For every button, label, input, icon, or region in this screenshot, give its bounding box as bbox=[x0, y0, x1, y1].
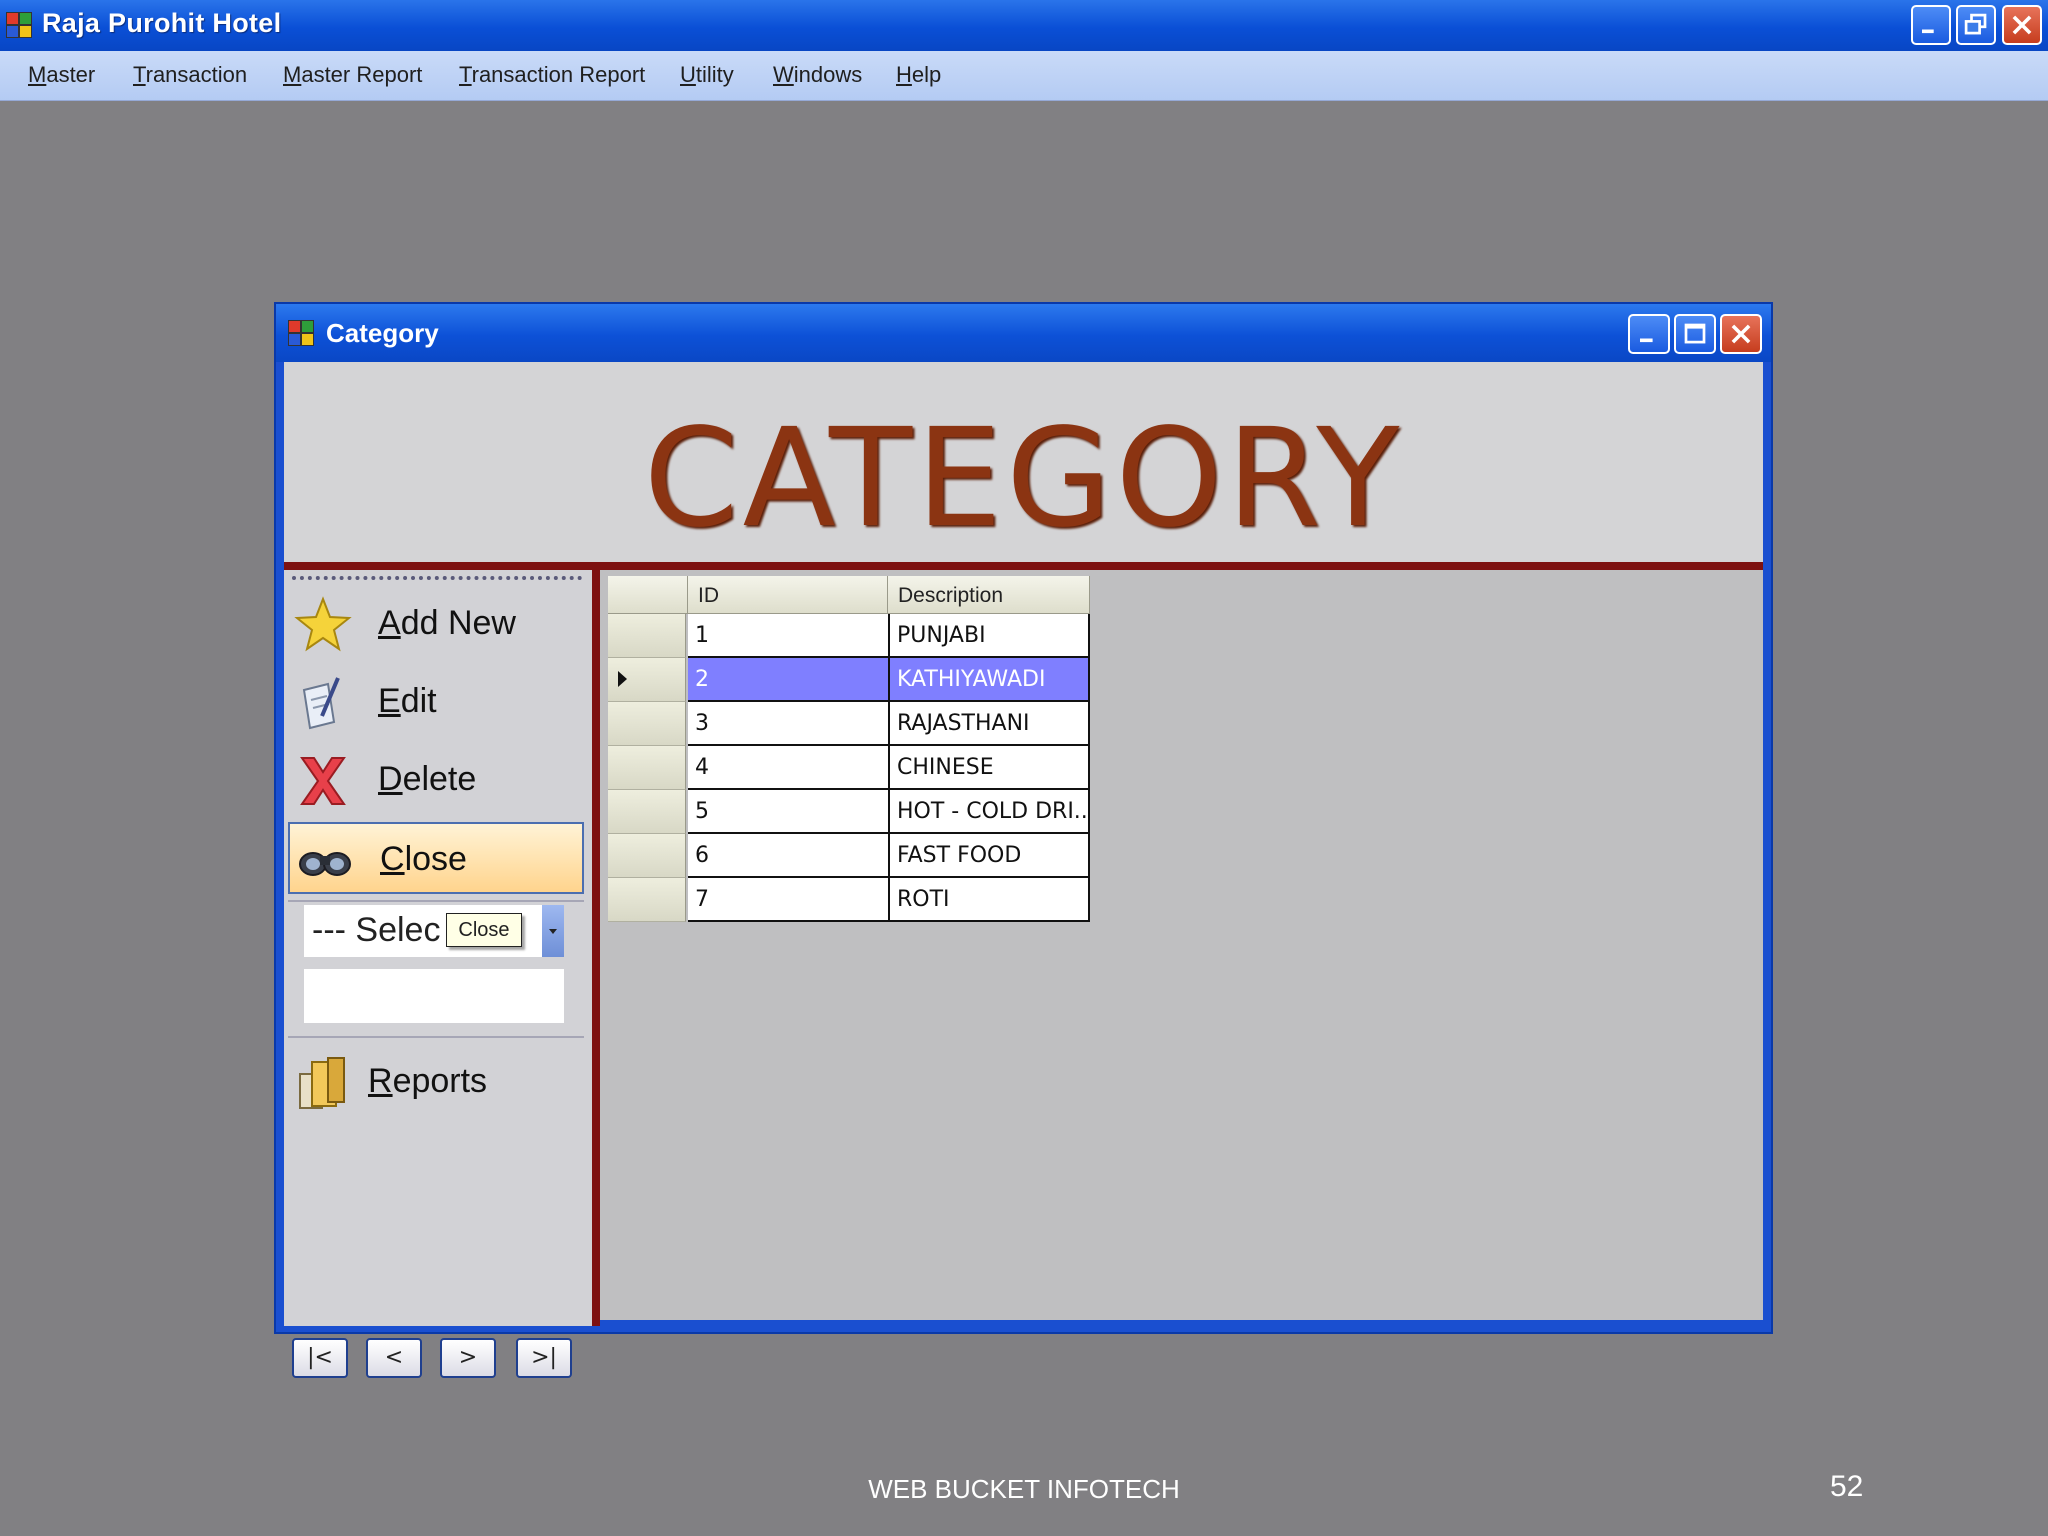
close-tooltip: Close bbox=[446, 913, 522, 947]
row-header[interactable] bbox=[608, 614, 686, 658]
reports-button[interactable]: Reports bbox=[288, 1046, 584, 1118]
star-icon bbox=[294, 596, 352, 652]
app-window-icon bbox=[6, 12, 32, 38]
cell-id[interactable]: 7 bbox=[688, 878, 890, 922]
app-window-icon bbox=[288, 320, 314, 346]
cell-description[interactable]: RAJASTHANI bbox=[890, 702, 1090, 746]
panel-grip bbox=[292, 576, 582, 580]
row-header[interactable] bbox=[608, 702, 686, 746]
cell-description[interactable]: PUNJABI bbox=[890, 614, 1090, 658]
first-record-button[interactable]: |< bbox=[292, 1338, 348, 1378]
menu-transaction-report[interactable]: Transaction Report bbox=[459, 62, 645, 88]
row-header[interactable] bbox=[608, 834, 686, 878]
window-maximize-button[interactable] bbox=[1674, 314, 1716, 354]
app-title: Raja Purohit Hotel bbox=[42, 8, 282, 38]
panel-separator bbox=[288, 1036, 584, 1038]
reports-book-icon bbox=[299, 1057, 345, 1109]
menu-transaction[interactable]: Transaction bbox=[133, 62, 247, 88]
search-input[interactable] bbox=[304, 969, 564, 1023]
row-header[interactable] bbox=[608, 878, 686, 922]
edit-button[interactable]: Edit bbox=[288, 666, 584, 738]
row-header[interactable] bbox=[608, 790, 686, 834]
app-minimize-button[interactable] bbox=[1911, 5, 1951, 45]
maximize-icon bbox=[1684, 323, 1706, 344]
menu-utility[interactable]: Utility bbox=[680, 62, 734, 88]
menu-help[interactable]: Help bbox=[896, 62, 941, 88]
window-close-button[interactable] bbox=[1720, 314, 1762, 354]
add-new-label: Add New bbox=[378, 604, 516, 642]
grid-panel: ID Description 1 PUNJABI 2 KATHIYAWADI 3 RAJA… bbox=[600, 570, 1763, 1326]
menu-master-report[interactable]: Master Report bbox=[283, 62, 422, 88]
window-minimize-button[interactable] bbox=[1628, 314, 1670, 354]
grid-corner-header[interactable] bbox=[608, 576, 688, 614]
row-header-current[interactable] bbox=[608, 658, 686, 702]
cell-id[interactable]: 3 bbox=[688, 702, 890, 746]
desktop: Raja Purohit Hotel Master Transaction Ma… bbox=[0, 0, 2048, 1536]
category-window: Category CATEGORY Add New Edit Delete Cl… bbox=[274, 302, 1773, 1378]
close-button[interactable]: Close bbox=[288, 822, 584, 894]
cell-description[interactable]: FAST FOOD bbox=[890, 834, 1090, 878]
cell-id[interactable]: 4 bbox=[688, 746, 890, 790]
banner-title: CATEGORY bbox=[643, 400, 1404, 558]
reports-label: Reports bbox=[368, 1062, 488, 1100]
app-restore-button[interactable] bbox=[1956, 5, 1996, 45]
previous-record-button[interactable]: < bbox=[366, 1338, 422, 1378]
restore-icon bbox=[1964, 13, 1987, 35]
cell-description[interactable]: ROTI bbox=[890, 878, 1090, 922]
combo-dropdown-arrow[interactable] bbox=[542, 905, 564, 957]
app-close-button[interactable] bbox=[2002, 5, 2042, 45]
edit-document-icon bbox=[302, 677, 340, 730]
column-header-description[interactable]: Description bbox=[888, 576, 1090, 614]
cell-id[interactable]: 1 bbox=[688, 614, 890, 658]
close-label: Close bbox=[380, 840, 467, 878]
menu-windows[interactable]: Windows bbox=[773, 62, 862, 88]
last-record-button[interactable]: >| bbox=[516, 1338, 572, 1378]
footer-company: WEB BUCKET INFOTECH bbox=[868, 1474, 1180, 1504]
combo-value: --- Selec bbox=[312, 911, 441, 949]
menu-master[interactable]: Master bbox=[28, 62, 95, 88]
panel-separator bbox=[288, 900, 584, 902]
minimize-icon bbox=[1640, 338, 1653, 343]
select-combobox[interactable]: --- Selec bbox=[304, 905, 564, 957]
binoculars-icon bbox=[299, 852, 351, 876]
category-body: CATEGORY Add New Edit Delete Close --- S… bbox=[284, 362, 1763, 1378]
cell-description[interactable]: KATHIYAWADI bbox=[890, 658, 1090, 702]
row-header[interactable] bbox=[608, 746, 686, 790]
delete-label: Delete bbox=[378, 760, 477, 798]
cell-id[interactable]: 6 bbox=[688, 834, 890, 878]
close-icon bbox=[1731, 324, 1751, 344]
minimize-icon bbox=[1922, 29, 1934, 34]
edit-label: Edit bbox=[378, 682, 437, 720]
category-banner: CATEGORY bbox=[284, 362, 1763, 562]
delete-button[interactable]: Delete bbox=[288, 744, 584, 816]
menu-bar: Master Transaction Master Report Transac… bbox=[0, 51, 2048, 101]
category-title-bar[interactable]: Category bbox=[276, 304, 1771, 362]
add-new-button[interactable]: Add New bbox=[288, 588, 584, 660]
close-icon bbox=[2012, 15, 2032, 35]
next-record-button[interactable]: > bbox=[440, 1338, 496, 1378]
banner-divider bbox=[284, 562, 1763, 570]
action-panel: Add New Edit Delete Close --- Selec Clos… bbox=[284, 570, 600, 1378]
category-window-title: Category bbox=[326, 318, 439, 348]
cell-description[interactable]: CHINESE bbox=[890, 746, 1090, 790]
column-header-id[interactable]: ID bbox=[688, 576, 888, 614]
cell-id[interactable]: 5 bbox=[688, 790, 890, 834]
app-title-bar[interactable]: Raja Purohit Hotel bbox=[0, 0, 2048, 51]
cell-description[interactable]: HOT - COLD DRI... bbox=[890, 790, 1090, 834]
cell-id[interactable]: 2 bbox=[688, 658, 890, 702]
delete-x-icon bbox=[300, 757, 346, 805]
page-number: 52 bbox=[1830, 1470, 1864, 1503]
